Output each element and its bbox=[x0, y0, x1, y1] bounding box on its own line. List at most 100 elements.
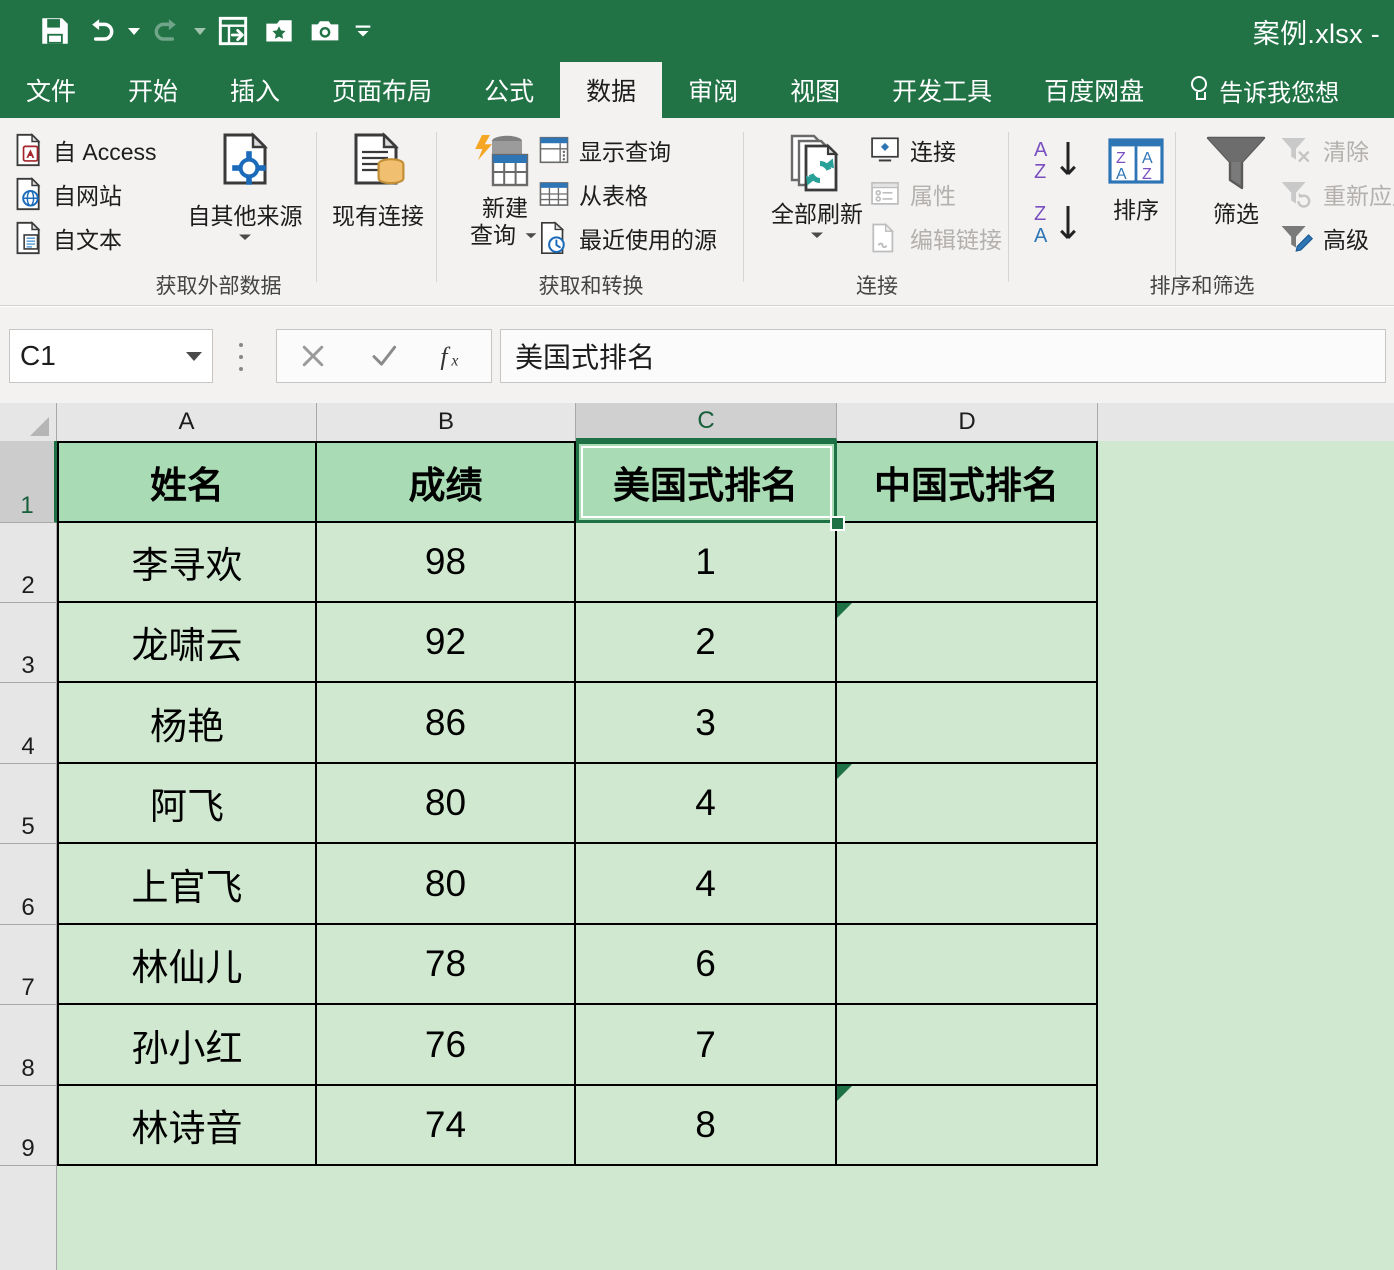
cell-A4[interactable]: 杨艳 bbox=[57, 683, 317, 764]
select-all-corner[interactable] bbox=[0, 403, 57, 441]
from-access-button[interactable]: 自 Access bbox=[14, 128, 157, 172]
existing-connections-button[interactable]: 现有连接 bbox=[325, 130, 431, 229]
cell-C4[interactable]: 3 bbox=[576, 683, 837, 764]
cell-D8[interactable] bbox=[837, 1005, 1098, 1086]
cell-D6[interactable] bbox=[837, 844, 1098, 925]
chevron-down-icon[interactable] bbox=[235, 231, 255, 243]
tab-insert[interactable]: 插入 bbox=[204, 62, 306, 118]
cell-B2[interactable]: 98 bbox=[317, 523, 576, 603]
cell-D2[interactable] bbox=[837, 523, 1098, 603]
formula-bar-grip[interactable] bbox=[238, 343, 244, 371]
row-header-2[interactable]: 2 bbox=[0, 523, 57, 603]
table-export-icon[interactable] bbox=[210, 8, 256, 54]
cell-A6[interactable]: 上官飞 bbox=[57, 844, 317, 925]
tab-home[interactable]: 开始 bbox=[102, 62, 204, 118]
cell-B6[interactable]: 80 bbox=[317, 844, 576, 925]
cell-A3[interactable]: 龙啸云 bbox=[57, 603, 317, 683]
cell-D9[interactable] bbox=[837, 1086, 1098, 1166]
cell-B1[interactable]: 成绩 bbox=[317, 441, 576, 523]
row-header-7[interactable]: 7 bbox=[0, 925, 57, 1005]
cell-B7[interactable]: 78 bbox=[317, 925, 576, 1005]
tab-formulas[interactable]: 公式 bbox=[458, 62, 560, 118]
row-header-1[interactable]: 1 bbox=[0, 441, 57, 523]
filter-button[interactable]: 筛选 bbox=[1186, 128, 1286, 227]
row-header-9[interactable]: 9 bbox=[0, 1086, 57, 1166]
sort-za-icon[interactable]: Z A bbox=[1030, 192, 1084, 256]
row-header-5[interactable]: 5 bbox=[0, 764, 57, 844]
cell-C3[interactable]: 2 bbox=[576, 603, 837, 683]
row-header-8[interactable]: 8 bbox=[0, 1005, 57, 1086]
redo-dropdown-icon[interactable] bbox=[190, 8, 210, 54]
cell-C8[interactable]: 7 bbox=[576, 1005, 837, 1086]
cell-A9[interactable]: 林诗音 bbox=[57, 1086, 317, 1166]
insert-function-icon[interactable]: f x bbox=[424, 330, 486, 382]
cell-C6[interactable]: 4 bbox=[576, 844, 837, 925]
from-web-button[interactable]: 自网站 bbox=[14, 172, 157, 216]
cell-A5[interactable]: 阿飞 bbox=[57, 764, 317, 844]
row-header-6[interactable]: 6 bbox=[0, 844, 57, 925]
cell-D5[interactable] bbox=[837, 764, 1098, 844]
row-header-10[interactable] bbox=[0, 1166, 57, 1270]
cell-D4[interactable] bbox=[837, 683, 1098, 764]
show-queries-button[interactable]: 显示查询 bbox=[538, 128, 717, 172]
save-icon[interactable] bbox=[32, 8, 78, 54]
camera-icon[interactable] bbox=[302, 8, 348, 54]
undo-dropdown-icon[interactable] bbox=[124, 8, 144, 54]
column-header-b[interactable]: B bbox=[317, 403, 576, 441]
enter-icon[interactable] bbox=[353, 330, 415, 382]
cell-C9[interactable]: 8 bbox=[576, 1086, 837, 1166]
favorites-icon[interactable] bbox=[256, 8, 302, 54]
column-header-c[interactable]: C bbox=[576, 403, 837, 441]
cell-B8[interactable]: 76 bbox=[317, 1005, 576, 1086]
cell-D3[interactable] bbox=[837, 603, 1098, 683]
tab-developer[interactable]: 开发工具 bbox=[866, 62, 1018, 118]
customize-qat-icon[interactable] bbox=[348, 8, 378, 54]
cell-C5[interactable]: 4 bbox=[576, 764, 837, 844]
tab-view[interactable]: 视图 bbox=[764, 62, 866, 118]
from-table-button[interactable]: 从表格 bbox=[538, 172, 717, 216]
cell-A1[interactable]: 姓名 bbox=[57, 441, 317, 523]
sort-dialog-label: 排序 bbox=[1113, 197, 1159, 223]
from-other-sources-button[interactable]: 自其他来源 bbox=[185, 130, 305, 243]
sort-az-icon[interactable]: A Z bbox=[1030, 128, 1084, 192]
from-text-button[interactable]: 自文本 bbox=[14, 216, 157, 260]
group-divider bbox=[1008, 132, 1009, 282]
cell-B9[interactable]: 74 bbox=[317, 1086, 576, 1166]
tab-review[interactable]: 审阅 bbox=[662, 62, 764, 118]
fill-handle[interactable] bbox=[830, 516, 845, 531]
cell-C7[interactable]: 6 bbox=[576, 925, 837, 1005]
formula-input[interactable]: 美国式排名 bbox=[500, 329, 1386, 383]
tab-baidu-netdisk[interactable]: 百度网盘 bbox=[1018, 62, 1170, 118]
tab-page-layout[interactable]: 页面布局 bbox=[306, 62, 458, 118]
refresh-all-button[interactable]: 全部刷新 bbox=[757, 130, 877, 241]
undo-icon[interactable] bbox=[78, 8, 124, 54]
column-header-a[interactable]: A bbox=[57, 403, 317, 441]
row-header-4[interactable]: 4 bbox=[0, 683, 57, 764]
cell-C1[interactable]: 美国式排名 bbox=[576, 441, 837, 523]
cell-D7[interactable] bbox=[837, 925, 1098, 1005]
cell-C2[interactable]: 1 bbox=[576, 523, 837, 603]
row-header-3[interactable]: 3 bbox=[0, 603, 57, 683]
redo-icon[interactable] bbox=[144, 8, 190, 54]
tab-data[interactable]: 数据 bbox=[560, 62, 663, 118]
cell-A8[interactable]: 孙小红 bbox=[57, 1005, 317, 1086]
cell-D1[interactable]: 中国式排名 bbox=[837, 441, 1098, 523]
connections-button[interactable]: 连接 bbox=[869, 128, 1002, 172]
cell-B3[interactable]: 92 bbox=[317, 603, 576, 683]
cell-B5[interactable]: 80 bbox=[317, 764, 576, 844]
cell-A2[interactable]: 李寻欢 bbox=[57, 523, 317, 603]
cancel-icon[interactable] bbox=[282, 330, 344, 382]
chevron-down-icon[interactable] bbox=[807, 229, 827, 241]
advanced-filter-button[interactable]: 高级 bbox=[1278, 216, 1394, 260]
tab-file[interactable]: 文件 bbox=[0, 62, 102, 118]
recent-sources-button[interactable]: 最近使用的源 bbox=[538, 216, 717, 260]
column-header-e[interactable] bbox=[1098, 403, 1394, 441]
column-header-row: A B C D bbox=[0, 403, 1394, 441]
cell-A7[interactable]: 林仙儿 bbox=[57, 925, 317, 1005]
name-box[interactable]: C1 bbox=[9, 329, 213, 383]
chevron-down-icon[interactable] bbox=[186, 351, 202, 361]
column-header-d[interactable]: D bbox=[837, 403, 1098, 441]
tell-me-search[interactable]: 告诉我您想 bbox=[1170, 62, 1339, 118]
sort-dialog-button[interactable]: Z A A Z 排序 bbox=[1085, 132, 1187, 223]
cell-B4[interactable]: 86 bbox=[317, 683, 576, 764]
